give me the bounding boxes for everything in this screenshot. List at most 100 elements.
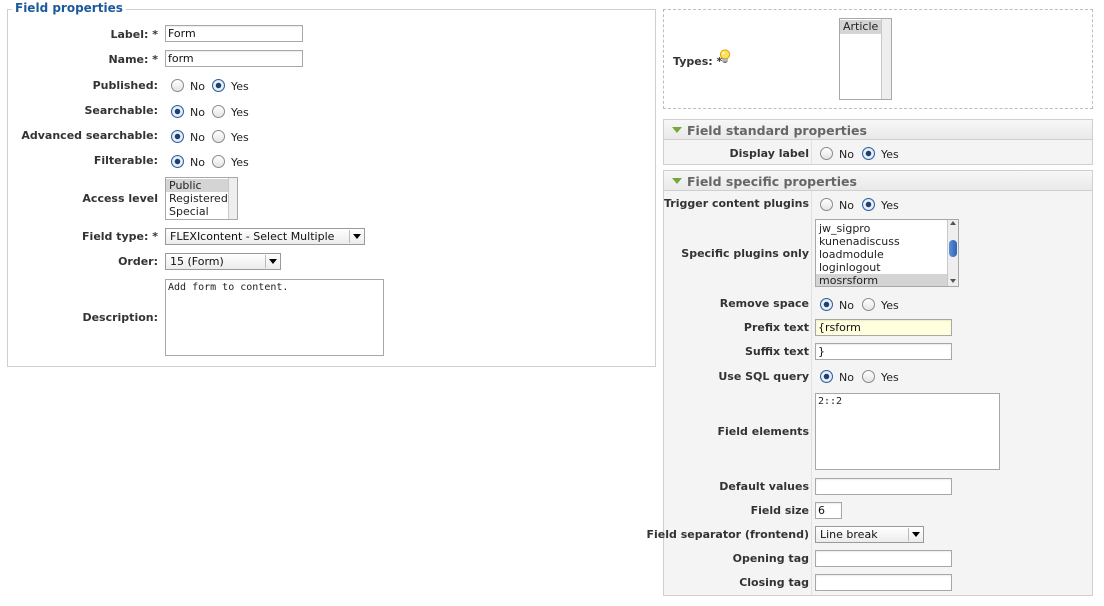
trigger-content-plugins-yes-label: Yes [881,199,899,212]
field-properties-legend: Field properties [12,1,126,15]
scroll-down-arrow-icon[interactable] [950,279,956,283]
remove-space-yes-label: Yes [881,299,899,312]
field-size-input[interactable] [815,502,842,519]
searchable-yes-radio[interactable] [212,105,225,118]
field-standard-properties-title: Field standard properties [687,123,867,138]
use-sql-query-no-label: No [839,371,854,384]
specific-plugins-listbox[interactable]: jw_sigpro kunenadiscuss loadmodule login… [815,219,959,287]
display-label-no-radio[interactable] [820,147,833,160]
searchable-yes-label: Yes [231,106,249,119]
use-sql-query-no-radio[interactable] [820,370,833,383]
filterable-label: Filterable: [93,154,158,167]
description-textarea[interactable]: Add form to content. [165,279,384,356]
triangle-down-icon [672,127,682,133]
chevron-down-icon [353,234,361,239]
plugin-option[interactable]: jw_sigpro [816,222,958,235]
closing-tag-label: Closing tag [739,576,809,589]
chevron-down-icon [912,532,920,537]
advanced-searchable-yes-radio[interactable] [212,130,225,143]
field-separator-label: Field separator (frontend) [646,528,809,541]
advanced-searchable-yes-label: Yes [231,131,249,144]
types-label: Types: * [673,55,723,68]
field-separator-value: Line break [820,528,878,541]
display-label-yes-radio[interactable] [862,147,875,160]
advanced-searchable-no-label: No [190,131,205,144]
opening-tag-label: Opening tag [732,552,809,565]
display-label-no-label: No [839,148,854,161]
field-specific-properties-title: Field specific properties [687,174,857,189]
access-level-label: Access level [82,192,158,205]
searchable-no-label: No [190,106,205,119]
default-values-label: Default values [719,480,809,493]
remove-space-label: Remove space [719,297,809,310]
use-sql-query-label: Use SQL query [718,370,809,383]
advanced-searchable-no-radio[interactable] [171,130,184,143]
field-separator-select[interactable]: Line break [815,526,924,543]
field-type-label: Field type: * [82,230,158,243]
access-level-option[interactable]: Registered [166,192,237,205]
published-yes-label: Yes [231,80,249,93]
description-label: Description: [82,311,158,324]
scroll-up-arrow-icon[interactable] [950,221,956,225]
plugin-option[interactable]: loadmodule [816,248,958,261]
prefix-text-label: Prefix text [743,321,809,334]
plugin-option[interactable]: kunenadiscuss [816,235,958,248]
remove-space-no-radio[interactable] [820,298,833,311]
types-listbox[interactable]: Article [839,18,892,100]
order-select[interactable]: 15 (Form) [165,253,281,270]
searchable-no-radio[interactable] [171,105,184,118]
field-standard-properties-header[interactable]: Field standard properties [663,119,1093,140]
access-level-option[interactable]: Public [166,179,237,192]
searchable-label: Searchable: [84,104,158,117]
trigger-content-plugins-yes-radio[interactable] [862,198,875,211]
order-label: Order: [118,255,158,268]
prefix-text-input[interactable] [815,319,952,336]
name-input[interactable] [165,50,303,67]
field-size-label: Field size [750,504,809,517]
trigger-content-plugins-label: Trigger content plugins [664,197,809,210]
field-elements-label: Field elements [717,425,809,438]
field-elements-textarea[interactable]: 2::2 [815,393,1000,470]
filterable-yes-label: Yes [231,156,249,169]
triangle-down-icon [672,178,682,184]
trigger-content-plugins-no-label: No [839,199,854,212]
use-sql-query-yes-label: Yes [881,371,899,384]
label-input[interactable] [165,25,303,42]
order-value: 15 (Form) [170,255,224,268]
chevron-down-icon [269,259,277,264]
name-field-label: Name: * [108,53,158,66]
remove-space-no-label: No [839,299,854,312]
published-no-label: No [190,80,205,93]
filterable-yes-radio[interactable] [212,155,225,168]
advanced-searchable-label: Advanced searchable: [21,129,158,142]
trigger-content-plugins-no-radio[interactable] [820,198,833,211]
published-yes-radio[interactable] [212,79,225,92]
default-values-input[interactable] [815,478,952,495]
closing-tag-input[interactable] [815,574,952,591]
specific-plugins-only-label: Specific plugins only [681,247,809,260]
published-no-radio[interactable] [171,79,184,92]
opening-tag-input[interactable] [815,550,952,567]
access-level-option[interactable]: Special [166,205,237,218]
suffix-text-input[interactable] [815,343,952,360]
plugin-option[interactable]: loginlogout [816,261,958,274]
display-label-yes-label: Yes [881,148,899,161]
published-label: Published: [92,79,158,92]
access-level-scrollbar[interactable] [228,178,237,219]
types-scrollbar[interactable] [881,19,891,99]
field-type-select[interactable]: FLEXIcontent - Select Multiple [165,228,365,245]
field-standard-properties-body [663,140,1093,165]
field-type-value: FLEXIcontent - Select Multiple [170,230,335,243]
remove-space-yes-radio[interactable] [862,298,875,311]
field-specific-properties-header[interactable]: Field specific properties [663,170,1093,191]
suffix-text-label: Suffix text [744,345,809,358]
filterable-no-radio[interactable] [171,155,184,168]
plugin-option[interactable]: mosrsform [816,274,958,286]
scroll-thumb[interactable] [949,240,957,257]
access-level-listbox[interactable]: Public Registered Special [165,177,238,220]
use-sql-query-yes-radio[interactable] [862,370,875,383]
lightbulb-icon [719,49,731,63]
specific-plugins-scrollbar[interactable] [947,220,958,286]
display-label-label: Display label [729,147,809,160]
label-field-label: Label: * [110,28,158,41]
